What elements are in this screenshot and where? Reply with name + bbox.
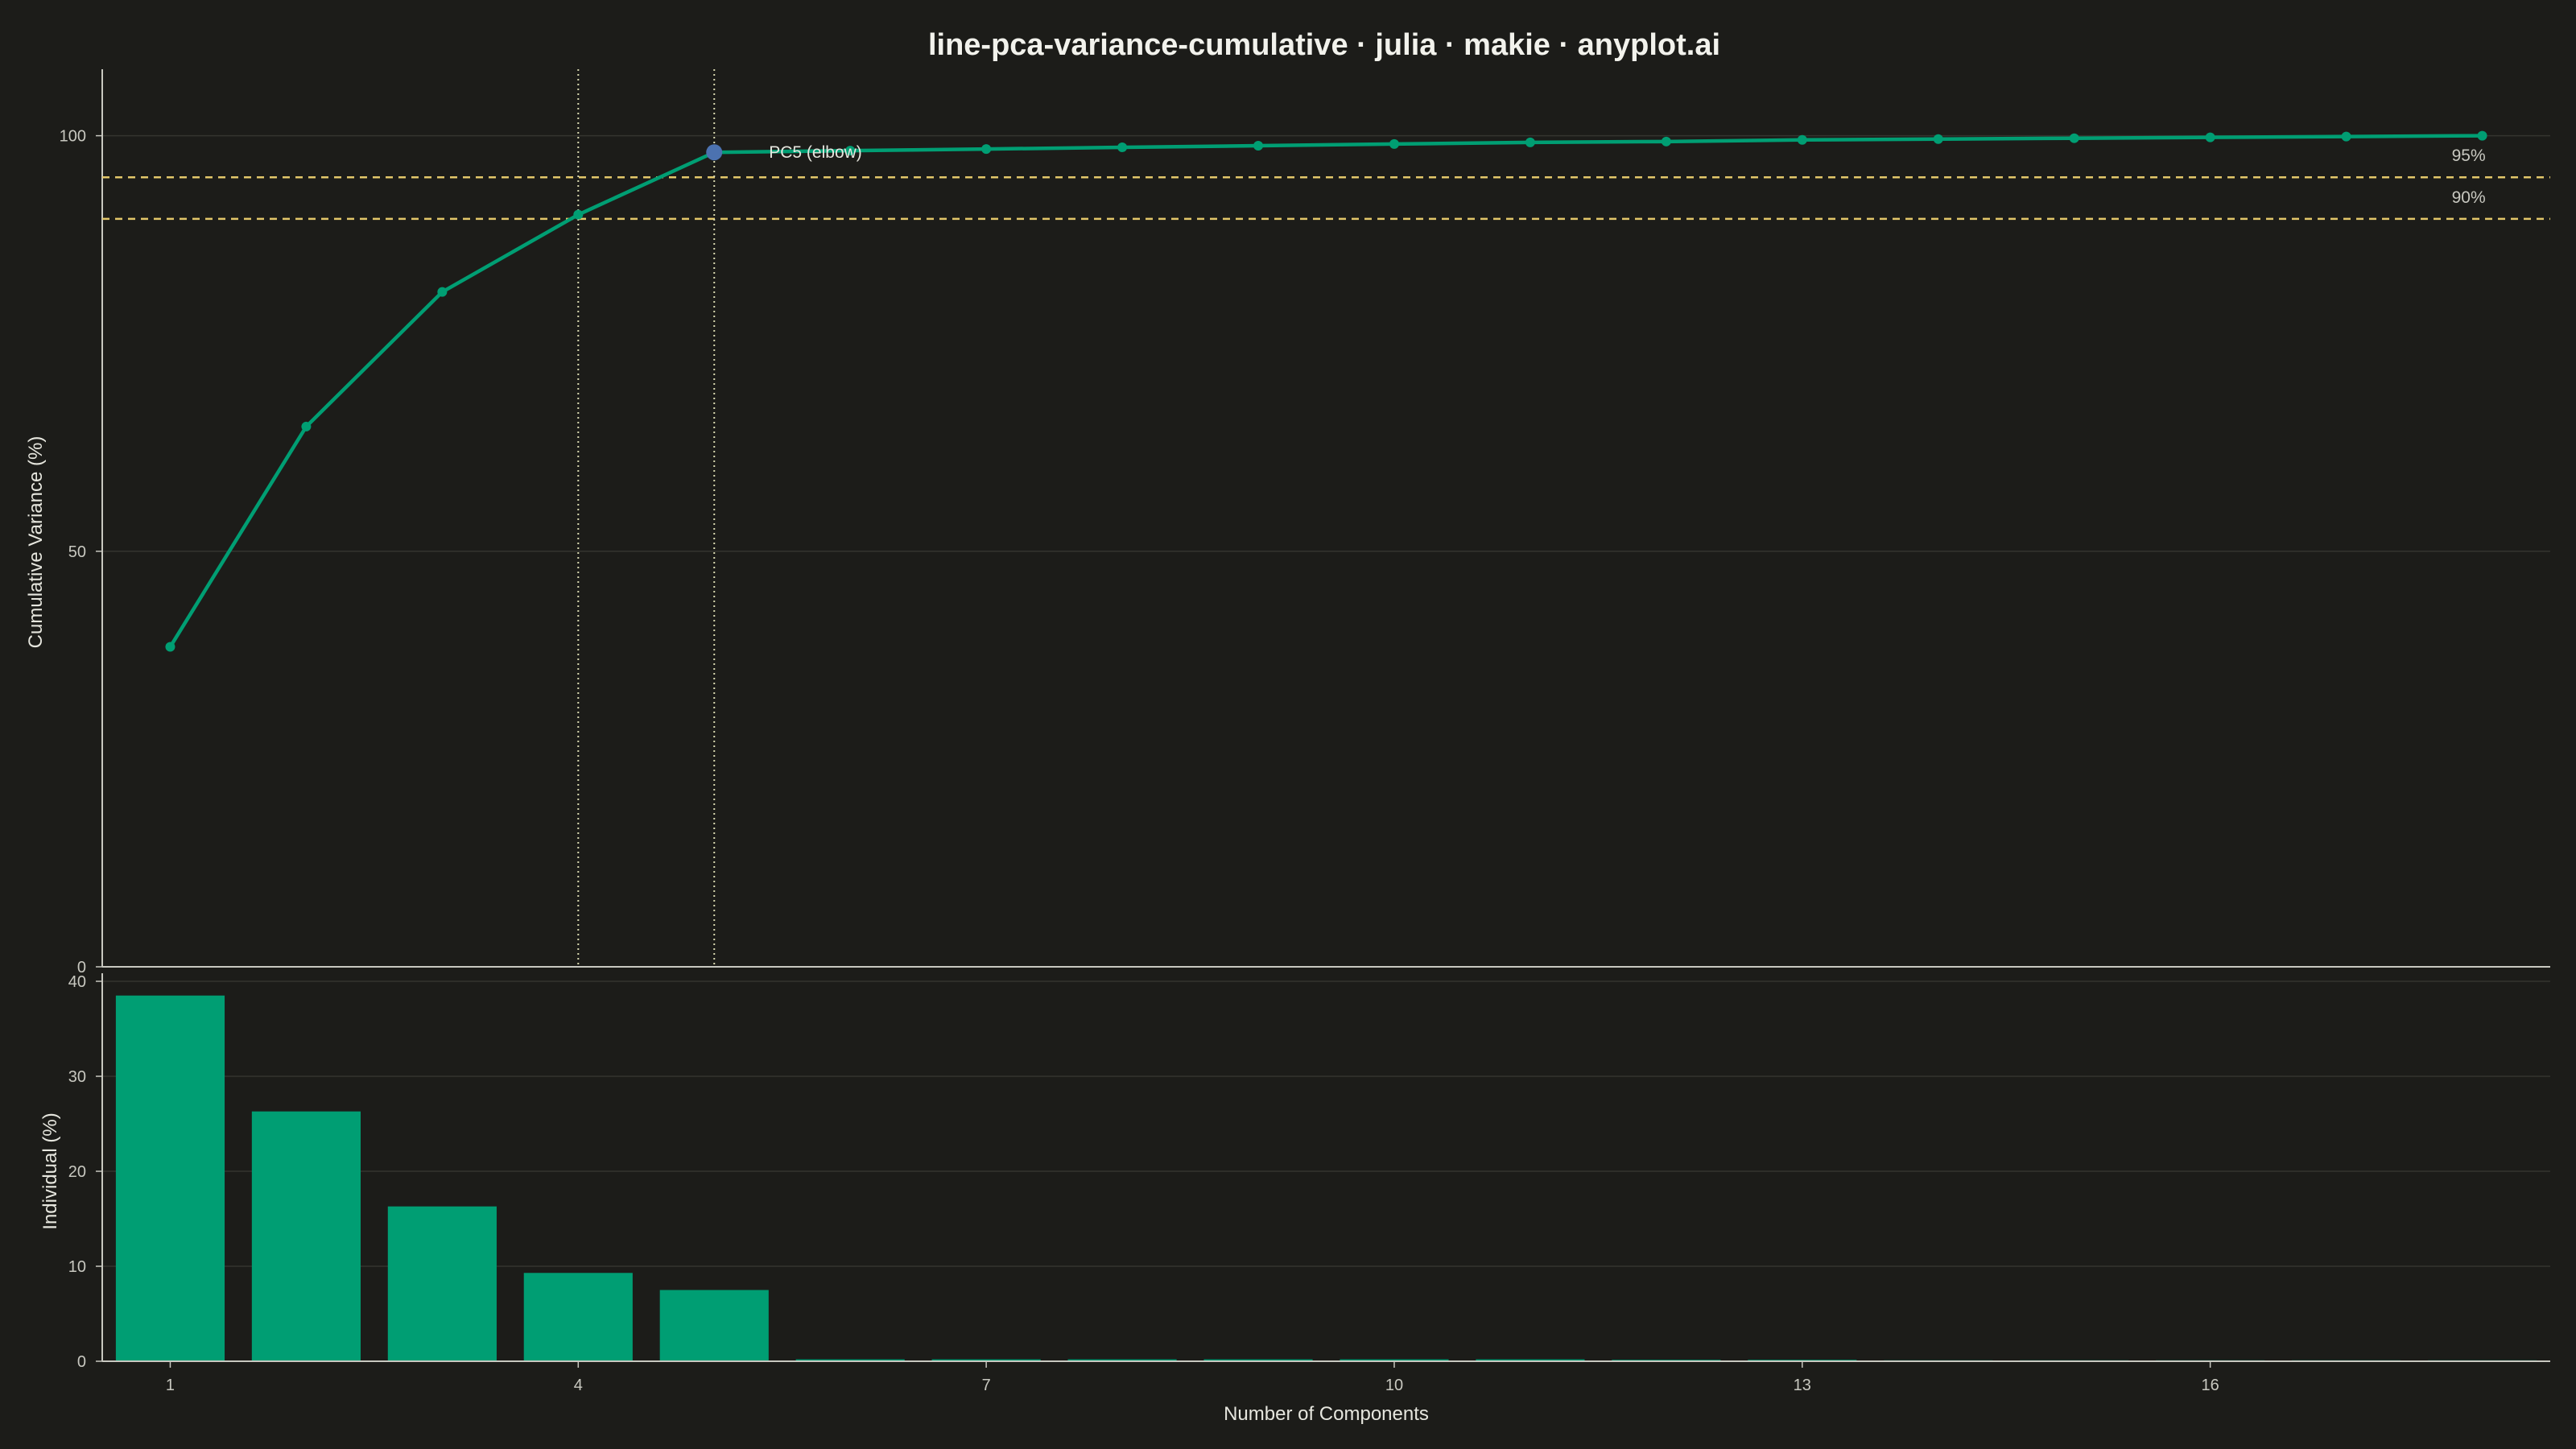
bottom-y-tick-label: 20 [68, 1163, 86, 1181]
individual-variance-bar [523, 1273, 633, 1361]
cumulative-point [2341, 131, 2351, 142]
x-tick-label: 13 [1794, 1377, 1811, 1394]
top-y-tick-label: 100 [60, 128, 86, 146]
cumulative-variance-panel: 050100Cumulative Variance (%)95%90%PC5 (… [25, 69, 2550, 976]
individual-variance-panel: 0 10 20 30 40 1 4 7 10 13 16 Individual (%) Number o… [39, 973, 2550, 1425]
cumulative-point [165, 642, 175, 652]
cumulative-point [301, 421, 312, 431]
cumulative-point [2069, 133, 2079, 143]
bottom-y-tick-label: 40 [68, 973, 86, 991]
individual-variance-bar [115, 995, 225, 1361]
individual-variance-bar [251, 1111, 361, 1361]
individual-variance-bar [659, 1290, 769, 1361]
bottom-y-axis-label: Individual (%) [39, 1113, 61, 1229]
bottom-y-tick-label: 30 [68, 1068, 86, 1086]
cumulative-point [1661, 136, 1671, 147]
cumulative-point [573, 209, 584, 220]
bottom-y-tick-label: 0 [77, 1353, 86, 1371]
x-tick-label: 16 [2202, 1377, 2219, 1394]
cumulative-point [1389, 138, 1399, 149]
cumulative-point [1525, 137, 1535, 147]
chart-canvas: line-pca-variance-cumulative · julia · m… [25, 28, 2550, 1425]
elbow-annotation: PC5 (elbow) [769, 143, 862, 162]
x-tick-label: 4 [574, 1377, 583, 1394]
cumulative-point [1933, 134, 1943, 144]
x-tick-label: 1 [166, 1377, 175, 1394]
cumulative-point [1797, 134, 1807, 145]
pca-variance-chart: line-pca-variance-cumulative · julia · m… [0, 0, 2576, 1449]
cumulative-point [437, 287, 448, 297]
cumulative-point [2205, 132, 2215, 142]
threshold-label-95: 95% [2452, 147, 2486, 165]
chart-title: line-pca-variance-cumulative · julia · m… [928, 28, 1720, 62]
cumulative-point [2477, 130, 2487, 141]
top-y-tick-label: 50 [68, 543, 86, 561]
x-tick-label: 7 [982, 1377, 991, 1394]
threshold-label-90: 90% [2452, 188, 2486, 207]
elbow-highlight-point [706, 144, 723, 161]
individual-variance-bar [387, 1206, 497, 1361]
cumulative-point [1253, 140, 1264, 151]
cumulative-point [1117, 142, 1128, 153]
x-axis-label: Number of Components [1224, 1403, 1429, 1425]
cumulative-variance-line [168, 134, 2483, 648]
top-y-axis-label: Cumulative Variance (%) [25, 436, 47, 649]
cumulative-point [981, 144, 992, 155]
bottom-y-tick-label: 10 [68, 1258, 86, 1276]
x-tick-label: 10 [1385, 1377, 1403, 1394]
